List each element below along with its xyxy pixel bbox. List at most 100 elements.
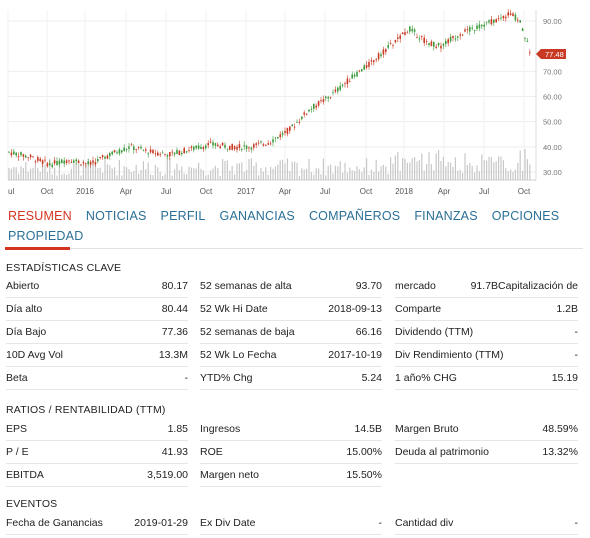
stat-label: Ex Div Date — [200, 517, 256, 529]
tab-divider — [8, 248, 583, 249]
events-title: EVENTOS — [6, 498, 58, 510]
stat-row: Fecha de Ganancias 2019-01-29 — [6, 512, 188, 535]
stat-label: Día Bajo — [6, 326, 47, 338]
stat-row: Ingresos 14.5B — [200, 418, 382, 441]
stat-row: EPS 1.85 — [6, 418, 188, 441]
stat-label: YTD% Chg — [200, 372, 253, 384]
tab-propiedad[interactable]: PROPIEDAD — [8, 226, 83, 246]
stat-label: Fecha de Ganancias — [6, 517, 103, 529]
stat-value: 41.93 — [161, 446, 188, 458]
stat-value: 91.7BCapitalización de — [470, 280, 578, 292]
stat-label: 52 semanas de baja — [200, 326, 295, 338]
stat-value: 2017-10-19 — [328, 349, 382, 361]
x-tick-label: Oct — [360, 187, 373, 196]
stat-value: 15.19 — [551, 372, 578, 384]
stat-label: Dividendo (TTM) — [395, 326, 474, 338]
x-tick-label: Oct — [518, 187, 531, 196]
x-tick-label: Oct — [200, 187, 213, 196]
stat-label: P / E — [6, 446, 29, 458]
last-price-badge: 77.48 — [536, 49, 566, 59]
stat-label: Abierto — [6, 280, 40, 292]
stat-row: Margen neto 15.50% — [200, 464, 382, 487]
stat-label: Margen Bruto — [395, 423, 459, 435]
stat-value: 13.32% — [542, 446, 578, 458]
stat-row: Ex Div Date - — [200, 512, 382, 535]
y-tick-label: 40.00 — [543, 143, 562, 152]
stat-value: - — [574, 326, 579, 338]
tab-bar: RESUMEN NOTICIAS PERFIL GANANCIAS COMPAÑEROS… — [8, 206, 583, 246]
price-chart[interactable]: ul Oct 2016 Apr Jul Oct 2017 Apr Jul Oct 2018 Apr Ju… — [0, 0, 590, 200]
stat-value: 14.5B — [354, 423, 382, 435]
stat-value: 2019-01-29 — [134, 517, 188, 529]
tab-opciones[interactable]: OPCIONES — [492, 206, 560, 226]
stat-row: EBITDA 3,519.00 — [6, 464, 188, 487]
stat-value: 15.00% — [346, 446, 382, 458]
x-tick-label: Apr — [438, 187, 451, 196]
stat-row: Beta - — [6, 367, 188, 390]
y-tick-label: 30.00 — [543, 168, 562, 177]
stat-value: 66.16 — [355, 326, 382, 338]
ratios-title: RATIOS / RENTABILIDAD (TTM) — [6, 404, 166, 416]
x-tick-label: 2016 — [76, 187, 94, 196]
stat-value: 48.59% — [542, 423, 578, 435]
x-tick-label: 2018 — [395, 187, 413, 196]
stat-value: - — [184, 372, 189, 384]
stat-value: 5.24 — [361, 372, 382, 384]
stat-label: EBITDA — [6, 469, 44, 481]
stat-row: Comparte 1.2B — [395, 298, 578, 321]
stat-row: 52 Wk Hi Date 2018-09-13 — [200, 298, 382, 321]
x-tick-label: Jul — [320, 187, 330, 196]
stat-label: 1 año% CHG — [395, 372, 457, 384]
stat-label: 52 Wk Hi Date — [200, 303, 268, 315]
stat-value: 77.36 — [161, 326, 188, 338]
stat-value: 3,519.00 — [147, 469, 188, 481]
svg-text:77.48: 77.48 — [545, 50, 564, 59]
stat-value: 1.85 — [167, 423, 188, 435]
x-tick-label: Jul — [479, 187, 489, 196]
stat-row: 1 año% CHG 15.19 — [395, 367, 578, 390]
stat-row: Div Rendimiento (TTM) - — [395, 344, 578, 367]
stat-row: ROE 15.00% — [200, 441, 382, 464]
stat-value: 2018-09-13 — [328, 303, 382, 315]
stat-label: Div Rendimiento (TTM) — [395, 349, 504, 361]
stat-label: EPS — [6, 423, 28, 435]
stat-row: mercado 91.7BCapitalización de — [395, 275, 578, 298]
tab-resumen[interactable]: RESUMEN — [8, 206, 72, 226]
stat-value: 1.2B — [556, 303, 578, 315]
stat-label: 52 semanas de alta — [200, 280, 292, 292]
stat-row: 10D Avg Vol 13.3M — [6, 344, 188, 367]
x-tick-label: Apr — [120, 187, 133, 196]
tab-noticias[interactable]: NOTICIAS — [86, 206, 147, 226]
stat-value: 15.50% — [346, 469, 382, 481]
y-tick-label: 70.00 — [543, 67, 562, 76]
x-tick-label: Jul — [161, 187, 171, 196]
tab-finanzas[interactable]: FINANZAS — [414, 206, 477, 226]
stat-label: Margen neto — [200, 469, 259, 481]
stat-value: - — [378, 517, 383, 529]
y-tick-label: 50.00 — [543, 118, 562, 127]
tab-compañeros[interactable]: COMPAÑEROS — [309, 206, 400, 226]
stat-row: YTD% Chg 5.24 — [200, 367, 382, 390]
stat-row: Cantidad div - — [395, 512, 578, 535]
stat-value: 13.3M — [158, 349, 188, 361]
stat-label: Beta — [6, 372, 28, 384]
stat-label: ROE — [200, 446, 223, 458]
stat-value: 80.17 — [161, 280, 188, 292]
stat-row: 52 Wk Lo Fecha 2017-10-19 — [200, 344, 382, 367]
stat-label: Deuda al patrimonio — [395, 446, 489, 458]
stat-label: Comparte — [395, 303, 442, 315]
active-tab-indicator — [5, 247, 70, 250]
tab-ganancias[interactable]: GANANCIAS — [220, 206, 295, 226]
tab-perfil[interactable]: PERFIL — [161, 206, 206, 226]
stat-label: 52 Wk Lo Fecha — [200, 349, 277, 361]
stat-value: - — [574, 517, 579, 529]
stat-row: 52 semanas de baja 66.16 — [200, 321, 382, 344]
y-tick-label: 60.00 — [543, 93, 562, 102]
stat-row: P / E 41.93 — [6, 441, 188, 464]
stat-label: Día alto — [6, 303, 43, 315]
y-tick-label: 90.00 — [543, 17, 562, 26]
stat-label: Ingresos — [200, 423, 241, 435]
stat-label: 10D Avg Vol — [6, 349, 64, 361]
stat-value: 80.44 — [161, 303, 188, 315]
x-tick-label: ul — [8, 187, 14, 196]
